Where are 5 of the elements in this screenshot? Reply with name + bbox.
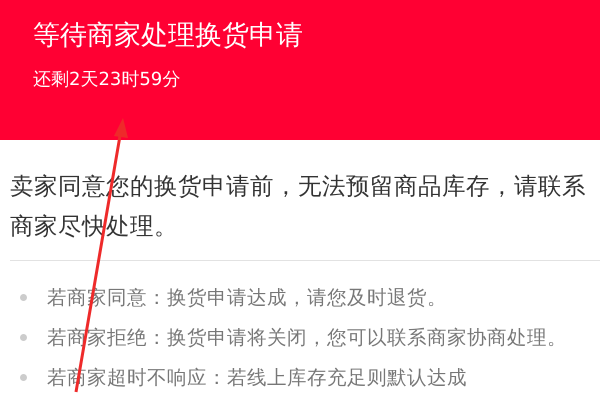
bullet-icon bbox=[20, 374, 27, 380]
countdown-text: 还剩2天23时59分 bbox=[33, 68, 182, 92]
bullet-icon bbox=[20, 294, 27, 300]
status-title: 等待商家处理换货申请 bbox=[33, 19, 304, 53]
bullet-icon bbox=[20, 334, 27, 340]
